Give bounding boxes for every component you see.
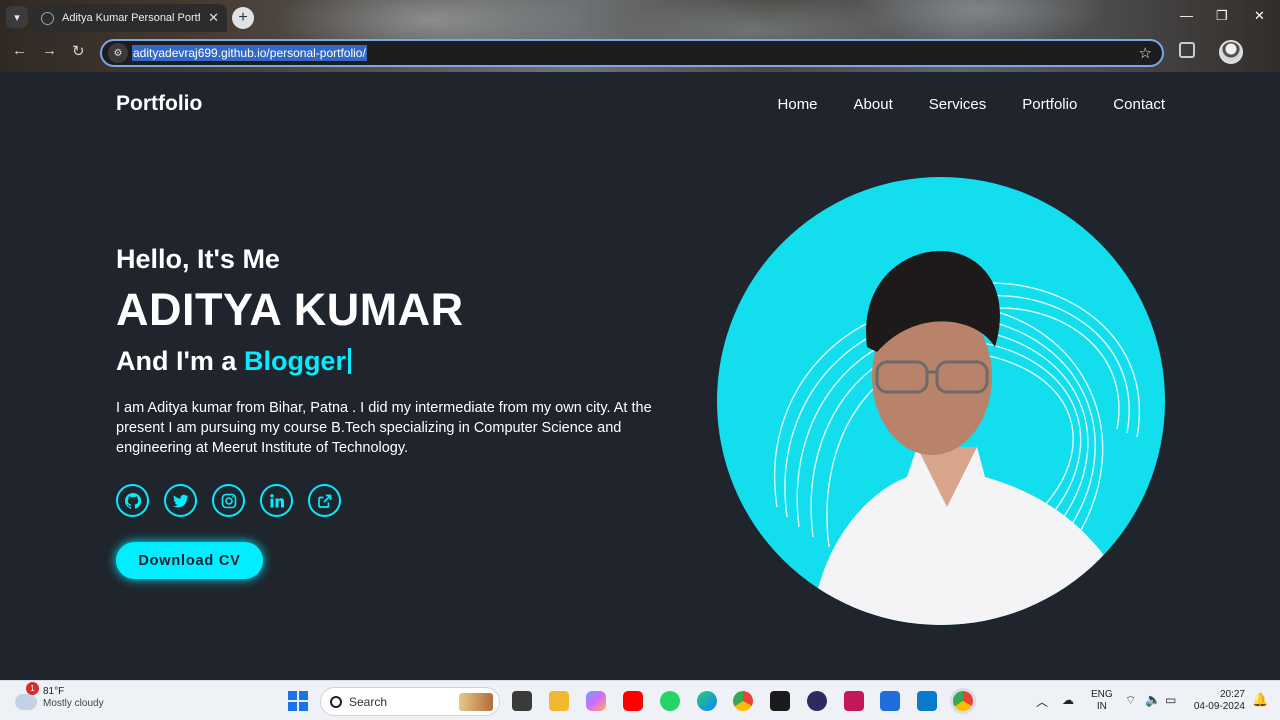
main-nav: Home About Services Portfolio Contact <box>778 96 1165 113</box>
minimize-icon[interactable]: — <box>1180 8 1193 23</box>
clock[interactable]: 20:27 04-09-2024 <box>1190 689 1245 713</box>
address-bar[interactable]: ⚙ adityadevraj699.github.io/personal-por… <box>100 39 1164 67</box>
typing-cursor <box>347 348 351 374</box>
new-tab-button[interactable]: + <box>232 7 254 29</box>
linkedin-icon[interactable] <box>260 484 293 517</box>
tab-search-button[interactable]: ▾ <box>6 6 28 28</box>
weather-widget[interactable]: 1 81°F Mostly cloudy <box>15 682 104 710</box>
globe-icon <box>41 11 54 25</box>
url-text[interactable]: adityadevraj699.github.io/personal-portf… <box>132 45 367 61</box>
file-explorer-icon[interactable] <box>549 691 569 711</box>
twitter-icon[interactable] <box>164 484 197 517</box>
nav-about[interactable]: About <box>854 96 893 113</box>
volume-icon[interactable]: 🔈 <box>1145 692 1161 708</box>
extensions-icon[interactable] <box>1179 42 1195 58</box>
back-icon[interactable]: ← <box>12 42 27 59</box>
search-highlight-image <box>459 692 493 711</box>
role-typed-text: Blogger <box>243 346 346 376</box>
weather-text: 81°F Mostly cloudy <box>43 686 104 710</box>
nav-services[interactable]: Services <box>929 96 987 113</box>
hero-greeting: Hello, It's Me <box>116 244 280 274</box>
store-icon[interactable] <box>880 691 900 711</box>
external-link-icon[interactable] <box>308 484 341 517</box>
close-window-icon[interactable]: ✕ <box>1254 8 1265 24</box>
nav-portfolio[interactable]: Portfolio <box>1022 96 1077 113</box>
clock-date: 04-09-2024 <box>1193 701 1245 712</box>
whatsapp-icon[interactable] <box>660 691 680 711</box>
onedrive-icon[interactable]: ☁ <box>1062 693 1074 707</box>
tab-title: Aditya Kumar Personal Portfolio <box>62 12 201 24</box>
profile-avatar[interactable] <box>1219 40 1243 64</box>
portfolio-page: Portfolio Home About Services Portfolio … <box>0 72 1280 680</box>
bookmark-star-icon[interactable]: ☆ <box>1139 44 1152 62</box>
reload-icon[interactable]: ↻ <box>72 42 85 60</box>
role-prefix: And I'm a <box>116 346 237 376</box>
browser-tab[interactable]: Aditya Kumar Personal Portfolio ✕ <box>33 4 227 32</box>
site-logo[interactable]: Portfolio <box>116 92 202 116</box>
weather-desc: Mostly cloudy <box>43 698 104 709</box>
youtube-icon[interactable] <box>623 691 643 711</box>
weather-temp: 81°F <box>43 686 65 697</box>
eclipse-icon[interactable] <box>807 691 827 711</box>
hero-name: ADITYA KUMAR <box>116 284 464 335</box>
cloud-icon: 1 <box>15 682 39 710</box>
task-view-icon[interactable] <box>512 691 532 711</box>
bio-line: engineering at Meerut Institute of Techn… <box>116 440 409 456</box>
vscode-icon[interactable] <box>917 691 937 711</box>
search-placeholder: Search <box>349 694 388 709</box>
nav-contact[interactable]: Contact <box>1113 96 1165 113</box>
browser-toolbar: ← → ↻ ⚙ adityadevraj699.github.io/person… <box>0 36 1280 70</box>
notification-badge: 1 <box>26 682 39 695</box>
hero-role: And I'm a Blogger <box>116 346 351 377</box>
clock-time: 20:27 <box>1219 689 1245 700</box>
lang-code: ENG <box>1091 689 1113 700</box>
copilot-icon[interactable] <box>586 691 606 711</box>
language-indicator[interactable]: ENG IN <box>1091 689 1113 713</box>
instagram-icon[interactable] <box>212 484 245 517</box>
battery-icon[interactable]: ▭ <box>1165 693 1176 707</box>
site-info-icon[interactable]: ⚙ <box>108 43 128 63</box>
chrome-active-icon[interactable] <box>953 691 973 711</box>
bio-line: present I am pursuing my course B.Tech s… <box>116 420 622 436</box>
browser-chrome: ▾ Aditya Kumar Personal Portfolio ✕ + — … <box>0 0 1280 72</box>
chevron-up-icon[interactable]: ︿ <box>1036 693 1048 710</box>
restore-icon[interactable]: ❐ <box>1216 8 1228 24</box>
taskbar-search[interactable]: Search <box>320 687 500 716</box>
edge-icon[interactable] <box>697 691 717 711</box>
wifi-icon[interactable]: ⌔ <box>1125 693 1136 708</box>
intellij-icon[interactable] <box>844 691 864 711</box>
terminal-icon[interactable] <box>770 691 790 711</box>
windows-start-icon[interactable] <box>288 691 308 711</box>
search-icon <box>330 695 342 708</box>
download-cv-button[interactable]: Download CV <box>116 542 263 579</box>
notifications-icon[interactable]: 🔔 <box>1252 692 1268 708</box>
os-taskbar: 1 81°F Mostly cloudy Search ︿ ☁ ENG IN ⌔… <box>0 680 1280 720</box>
forward-icon[interactable]: → <box>42 42 57 59</box>
github-icon[interactable] <box>116 484 149 517</box>
nav-home[interactable]: Home <box>778 96 818 113</box>
hero-bio: I am Aditya kumar from Bihar, Patna . I … <box>116 398 686 458</box>
region-code: IN <box>1096 701 1107 712</box>
profile-photo <box>717 177 1165 625</box>
social-links <box>116 484 341 517</box>
tab-close-icon[interactable]: ✕ <box>208 10 219 26</box>
chrome-icon[interactable] <box>733 691 753 711</box>
bio-line: I am Aditya kumar from Bihar, Patna . I … <box>116 400 652 416</box>
